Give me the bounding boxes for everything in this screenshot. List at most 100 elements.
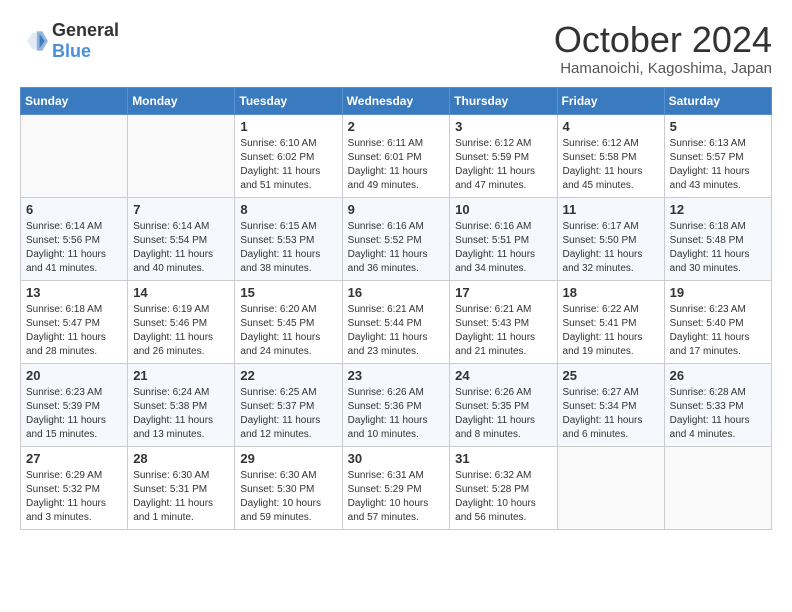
calendar-cell: 9 Sunrise: 6:16 AMSunset: 5:52 PMDaylight… xyxy=(342,197,450,280)
day-info: Sunrise: 6:26 AMSunset: 5:36 PMDaylight:… xyxy=(348,386,445,442)
day-number: 22 xyxy=(240,368,336,383)
day-info: Sunrise: 6:32 AMSunset: 5:28 PMDaylight:… xyxy=(455,469,551,525)
calendar-cell: 24Sunrise: 6:26 AMSunset: 5:35 PMDayligh… xyxy=(450,363,557,446)
day-info: Sunrise: 6:19 AMSunset: 5:46 PMDaylight:… xyxy=(133,303,229,359)
weekday-header-saturday: Saturday xyxy=(664,87,771,114)
day-info: Sunrise: 6:21 AMSunset: 5:43 PMDaylight:… xyxy=(455,303,551,359)
day-info: Sunrise: 6:25 AMSunset: 5:37 PMDaylight:… xyxy=(240,386,336,442)
calendar-cell: 14 Sunrise: 6:19 AMSunset: 5:46 PMDayligh… xyxy=(128,280,235,363)
calendar-cell: 27 Sunrise: 6:29 AMSunset: 5:32 PMDayligh… xyxy=(21,446,128,529)
calendar-cell: 18 Sunrise: 6:22 AMSunset: 5:41 PMDayligh… xyxy=(557,280,664,363)
day-info: Sunrise: 6:18 AMSunset: 5:47 PMDaylight:… xyxy=(26,303,122,359)
calendar-cell: 19 Sunrise: 6:23 AMSunset: 5:40 PMDayligh… xyxy=(664,280,771,363)
day-info: Sunrise: 6:28 AMSunset: 5:33 PMDaylight:… xyxy=(670,386,766,442)
day-info: Sunrise: 6:26 AMSunset: 5:35 PMDaylight:… xyxy=(455,386,551,442)
day-info: Sunrise: 6:20 AMSunset: 5:45 PMDaylight:… xyxy=(240,303,336,359)
calendar-cell: 8Sunrise: 6:15 AMSunset: 5:53 PMDaylight… xyxy=(235,197,342,280)
location-title: Hamanoichi, Kagoshima, Japan xyxy=(554,60,772,77)
day-number: 18 xyxy=(563,285,659,300)
day-number: 9 xyxy=(348,202,445,217)
day-number: 27 xyxy=(26,451,122,466)
calendar-header: SundayMondayTuesdayWednesdayThursdayFrid… xyxy=(21,87,772,114)
day-number: 14 xyxy=(133,285,229,300)
calendar-cell: 16Sunrise: 6:21 AMSunset: 5:44 PMDayligh… xyxy=(342,280,450,363)
weekday-header-monday: Monday xyxy=(128,87,235,114)
day-number: 11 xyxy=(563,202,659,217)
calendar-cell: 28 Sunrise: 6:30 AMSunset: 5:31 PMDayligh… xyxy=(128,446,235,529)
title-block: October 2024 Hamanoichi, Kagoshima, Japa… xyxy=(554,20,772,77)
calendar-cell: 22 Sunrise: 6:25 AMSunset: 5:37 PMDayligh… xyxy=(235,363,342,446)
day-info: Sunrise: 6:31 AMSunset: 5:29 PMDaylight:… xyxy=(348,469,445,525)
calendar-cell: 6Sunrise: 6:14 AMSunset: 5:56 PMDaylight… xyxy=(21,197,128,280)
day-number: 23 xyxy=(348,368,445,383)
day-number: 28 xyxy=(133,451,229,466)
day-info: Sunrise: 6:14 AMSunset: 5:56 PMDaylight:… xyxy=(26,220,122,276)
day-number: 29 xyxy=(240,451,336,466)
day-info: Sunrise: 6:12 AMSunset: 5:59 PMDaylight:… xyxy=(455,137,551,193)
calendar-cell: 13 Sunrise: 6:18 AMSunset: 5:47 PMDayligh… xyxy=(21,280,128,363)
day-number: 4 xyxy=(563,119,659,134)
day-info: Sunrise: 6:21 AMSunset: 5:44 PMDaylight:… xyxy=(348,303,445,359)
day-number: 13 xyxy=(26,285,122,300)
day-info: Sunrise: 6:15 AMSunset: 5:53 PMDaylight:… xyxy=(240,220,336,276)
day-number: 19 xyxy=(670,285,766,300)
calendar-week-1: 1Sunrise: 6:10 AMSunset: 6:02 PMDaylight… xyxy=(21,114,772,197)
calendar-cell: 30Sunrise: 6:31 AMSunset: 5:29 PMDayligh… xyxy=(342,446,450,529)
calendar-cell: 7Sunrise: 6:14 AMSunset: 5:54 PMDaylight… xyxy=(128,197,235,280)
day-info: Sunrise: 6:29 AMSunset: 5:32 PMDaylight:… xyxy=(26,469,122,525)
day-info: Sunrise: 6:17 AMSunset: 5:50 PMDaylight:… xyxy=(563,220,659,276)
calendar-cell: 5 Sunrise: 6:13 AMSunset: 5:57 PMDaylight… xyxy=(664,114,771,197)
calendar-cell: 20Sunrise: 6:23 AMSunset: 5:39 PMDayligh… xyxy=(21,363,128,446)
day-number: 17 xyxy=(455,285,551,300)
day-info: Sunrise: 6:24 AMSunset: 5:38 PMDaylight:… xyxy=(133,386,229,442)
logo-blue: Blue xyxy=(52,41,91,61)
day-info: Sunrise: 6:22 AMSunset: 5:41 PMDaylight:… xyxy=(563,303,659,359)
day-info: Sunrise: 6:23 AMSunset: 5:40 PMDaylight:… xyxy=(670,303,766,359)
day-info: Sunrise: 6:30 AMSunset: 5:31 PMDaylight:… xyxy=(133,469,229,525)
day-number: 31 xyxy=(455,451,551,466)
day-number: 1 xyxy=(240,119,336,134)
day-info: Sunrise: 6:23 AMSunset: 5:39 PMDaylight:… xyxy=(26,386,122,442)
calendar-cell xyxy=(21,114,128,197)
calendar-cell: 3 Sunrise: 6:12 AMSunset: 5:59 PMDaylight… xyxy=(450,114,557,197)
month-title: October 2024 xyxy=(554,20,772,60)
day-number: 21 xyxy=(133,368,229,383)
calendar-cell: 15Sunrise: 6:20 AMSunset: 5:45 PMDayligh… xyxy=(235,280,342,363)
weekday-header-friday: Friday xyxy=(557,87,664,114)
calendar-cell: 31 Sunrise: 6:32 AMSunset: 5:28 PMDayligh… xyxy=(450,446,557,529)
weekday-header-thursday: Thursday xyxy=(450,87,557,114)
day-info: Sunrise: 6:16 AMSunset: 5:52 PMDaylight:… xyxy=(348,220,445,276)
calendar-cell: 2Sunrise: 6:11 AMSunset: 6:01 PMDaylight… xyxy=(342,114,450,197)
page-header: General Blue October 2024 Hamanoichi, Ka… xyxy=(20,20,772,77)
calendar-cell xyxy=(128,114,235,197)
calendar-cell: 26Sunrise: 6:28 AMSunset: 5:33 PMDayligh… xyxy=(664,363,771,446)
logo: General Blue xyxy=(20,20,119,62)
day-info: Sunrise: 6:12 AMSunset: 5:58 PMDaylight:… xyxy=(563,137,659,193)
weekday-header-row: SundayMondayTuesdayWednesdayThursdayFrid… xyxy=(21,87,772,114)
day-number: 25 xyxy=(563,368,659,383)
day-number: 3 xyxy=(455,119,551,134)
day-info: Sunrise: 6:27 AMSunset: 5:34 PMDaylight:… xyxy=(563,386,659,442)
day-info: Sunrise: 6:11 AMSunset: 6:01 PMDaylight:… xyxy=(348,137,445,193)
calendar-cell: 25 Sunrise: 6:27 AMSunset: 5:34 PMDayligh… xyxy=(557,363,664,446)
calendar-cell: 10Sunrise: 6:16 AMSunset: 5:51 PMDayligh… xyxy=(450,197,557,280)
day-info: Sunrise: 6:18 AMSunset: 5:48 PMDaylight:… xyxy=(670,220,766,276)
calendar-cell: 17 Sunrise: 6:21 AMSunset: 5:43 PMDayligh… xyxy=(450,280,557,363)
calendar-week-3: 13 Sunrise: 6:18 AMSunset: 5:47 PMDayligh… xyxy=(21,280,772,363)
calendar-cell: 23 Sunrise: 6:26 AMSunset: 5:36 PMDayligh… xyxy=(342,363,450,446)
calendar-cell xyxy=(664,446,771,529)
day-info: Sunrise: 6:13 AMSunset: 5:57 PMDaylight:… xyxy=(670,137,766,193)
calendar-cell: 4 Sunrise: 6:12 AMSunset: 5:58 PMDaylight… xyxy=(557,114,664,197)
weekday-header-sunday: Sunday xyxy=(21,87,128,114)
calendar-week-2: 6Sunrise: 6:14 AMSunset: 5:56 PMDaylight… xyxy=(21,197,772,280)
calendar-week-5: 27 Sunrise: 6:29 AMSunset: 5:32 PMDayligh… xyxy=(21,446,772,529)
weekday-header-tuesday: Tuesday xyxy=(235,87,342,114)
calendar-cell: 1Sunrise: 6:10 AMSunset: 6:02 PMDaylight… xyxy=(235,114,342,197)
logo-icon xyxy=(20,27,48,55)
calendar-table: SundayMondayTuesdayWednesdayThursdayFrid… xyxy=(20,87,772,530)
day-number: 5 xyxy=(670,119,766,134)
day-info: Sunrise: 6:14 AMSunset: 5:54 PMDaylight:… xyxy=(133,220,229,276)
calendar-cell: 12 Sunrise: 6:18 AMSunset: 5:48 PMDayligh… xyxy=(664,197,771,280)
day-number: 12 xyxy=(670,202,766,217)
calendar-body: 1Sunrise: 6:10 AMSunset: 6:02 PMDaylight… xyxy=(21,114,772,529)
